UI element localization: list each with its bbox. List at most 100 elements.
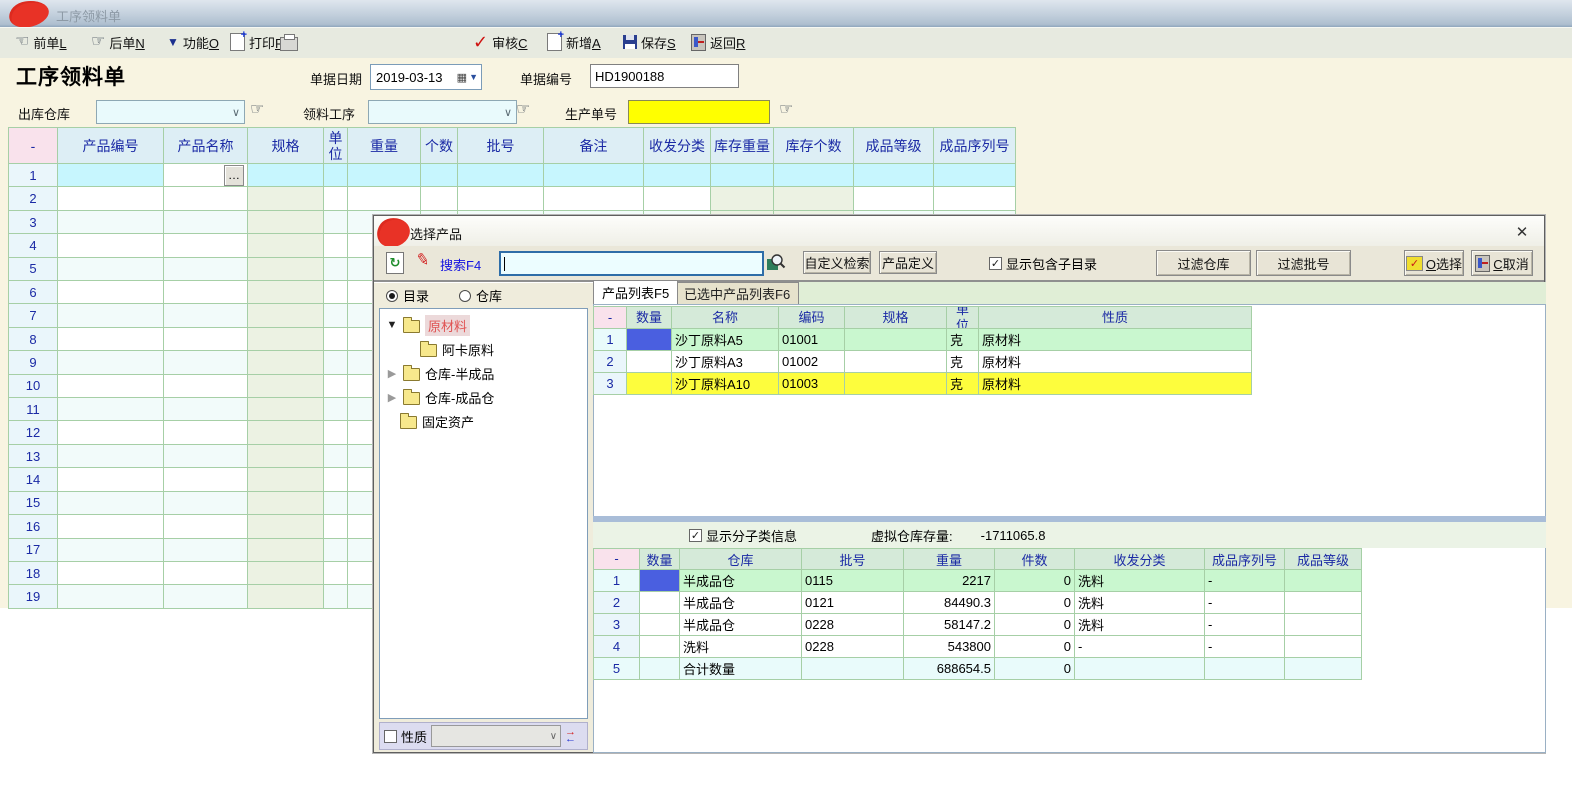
product-row-highlighted[interactable]: 3 沙丁原料A10 01003 克 原材料 xyxy=(594,373,1252,395)
grid-cell[interactable]: … xyxy=(164,164,248,187)
spec-cell[interactable] xyxy=(845,373,947,395)
save-button[interactable]: 保存S xyxy=(620,31,679,53)
name-cell[interactable]: 沙丁原料A3 xyxy=(672,351,779,373)
process-combo[interactable]: ∨ xyxy=(368,100,517,124)
grid-cell[interactable] xyxy=(644,187,711,210)
column-header[interactable]: 规格 xyxy=(248,128,324,164)
grid-cell[interactable] xyxy=(324,539,348,562)
qty-cell-selected[interactable] xyxy=(627,329,672,351)
row-number-cell[interactable]: 4 xyxy=(9,234,58,257)
warehouse-cell[interactable]: 洗料 xyxy=(680,636,802,658)
grid-cell[interactable] xyxy=(324,492,348,515)
column-header[interactable]: 单位 xyxy=(947,307,979,329)
grid-cell[interactable] xyxy=(58,468,164,491)
stock-row[interactable]: 1 半成品仓 0115 2217 0 洗料 - xyxy=(594,570,1362,592)
row-number-cell[interactable]: 18 xyxy=(9,562,58,585)
grid-cell[interactable] xyxy=(58,304,164,327)
grid-cell[interactable] xyxy=(248,562,324,585)
row-number-cell[interactable]: 17 xyxy=(9,539,58,562)
grid-cell[interactable] xyxy=(164,328,248,351)
column-header[interactable]: 仓库 xyxy=(680,549,802,570)
qty-cell[interactable] xyxy=(640,658,680,680)
serial-cell[interactable] xyxy=(1205,658,1285,680)
grid-cell[interactable] xyxy=(324,375,348,398)
product-define-button[interactable]: 产品定义 xyxy=(879,251,937,274)
stock-row[interactable]: 2 半成品仓 0121 84490.3 0 洗料 - xyxy=(594,592,1362,614)
grid-cell[interactable] xyxy=(324,328,348,351)
column-header[interactable]: 库存个数 xyxy=(774,128,854,164)
column-header[interactable]: 批号 xyxy=(802,549,904,570)
grid-cell[interactable] xyxy=(58,328,164,351)
grid-cell[interactable] xyxy=(248,258,324,281)
batch-cell[interactable]: 0228 xyxy=(802,636,904,658)
grade-cell[interactable] xyxy=(1285,614,1362,636)
column-header[interactable]: - xyxy=(9,128,58,164)
chevron-down-icon[interactable]: ▼ xyxy=(386,319,398,331)
grid-cell[interactable] xyxy=(711,164,774,187)
qty-cell-selected[interactable] xyxy=(640,570,680,592)
row-number-cell[interactable]: 3 xyxy=(594,373,627,395)
pieces-cell[interactable]: 0 xyxy=(995,636,1075,658)
stock-row[interactable]: 3 半成品仓 0228 58147.2 0 洗料 - xyxy=(594,614,1362,636)
grid-cell[interactable] xyxy=(248,398,324,421)
grade-cell[interactable] xyxy=(1285,570,1362,592)
column-header[interactable]: 单位 xyxy=(324,128,348,164)
grid-cell[interactable] xyxy=(248,468,324,491)
tree-item-aka-material[interactable]: 阿卡原料 xyxy=(380,337,587,361)
row-number-cell[interactable]: 19 xyxy=(9,585,58,608)
search-input[interactable] xyxy=(499,251,764,276)
return-button[interactable]: 返回R xyxy=(688,31,748,53)
column-header[interactable]: 成品序列号 xyxy=(934,128,1016,164)
row-number-cell[interactable]: 5 xyxy=(594,658,640,680)
batch-cell[interactable]: 0121 xyxy=(802,592,904,614)
nature-cell[interactable]: 原材料 xyxy=(979,373,1252,395)
row-number-cell[interactable]: 6 xyxy=(9,281,58,304)
grid-cell[interactable] xyxy=(58,281,164,304)
grid-cell[interactable] xyxy=(58,234,164,257)
serial-cell[interactable]: - xyxy=(1205,636,1285,658)
column-header[interactable]: 性质 xyxy=(979,307,1252,329)
grid-cell[interactable] xyxy=(58,562,164,585)
grid-cell[interactable] xyxy=(248,281,324,304)
show-subdir-checkbox[interactable]: ✓ 显示包含子目录 xyxy=(989,254,1097,273)
row-number-cell[interactable]: 9 xyxy=(9,351,58,374)
column-header[interactable]: 产品编号 xyxy=(58,128,164,164)
grid-cell[interactable] xyxy=(774,164,854,187)
grid-cell[interactable] xyxy=(58,187,164,210)
grid-cell[interactable] xyxy=(164,234,248,257)
grid-cell[interactable] xyxy=(164,515,248,538)
lookup-ellipsis-button[interactable]: … xyxy=(224,165,244,186)
grid-cell[interactable] xyxy=(324,164,348,187)
category-cell[interactable]: 洗料 xyxy=(1075,592,1205,614)
tab-product-list[interactable]: 产品列表F5 xyxy=(593,280,678,304)
column-header[interactable]: 数量 xyxy=(640,549,680,570)
row-number-cell[interactable]: 12 xyxy=(9,421,58,444)
pieces-cell[interactable]: 0 xyxy=(995,570,1075,592)
grid-cell[interactable] xyxy=(164,398,248,421)
column-header[interactable]: - xyxy=(594,307,627,329)
column-header[interactable]: - xyxy=(594,549,640,570)
functions-button[interactable]: ▼ 功能O xyxy=(164,31,222,53)
grid-cell[interactable] xyxy=(58,421,164,444)
filter-warehouse-button[interactable]: 过滤仓库 xyxy=(1156,250,1251,276)
serial-cell[interactable]: - xyxy=(1205,570,1285,592)
row-number-cell[interactable]: 11 xyxy=(9,398,58,421)
main-table-row[interactable]: 2 xyxy=(9,187,1016,210)
radio-catalog[interactable]: 目录 xyxy=(386,286,429,305)
grid-cell[interactable] xyxy=(348,164,421,187)
stock-row[interactable]: 4 洗料 0228 543800 0 - - xyxy=(594,636,1362,658)
qty-cell[interactable] xyxy=(640,614,680,636)
nature-dropdown[interactable]: ∨ xyxy=(431,725,561,747)
column-header[interactable]: 批号 xyxy=(458,128,544,164)
column-header[interactable]: 成品序列号 xyxy=(1205,549,1285,570)
grid-cell[interactable] xyxy=(164,375,248,398)
grid-cell[interactable] xyxy=(58,375,164,398)
grid-cell[interactable] xyxy=(248,234,324,257)
grid-cell[interactable] xyxy=(248,421,324,444)
spec-cell[interactable] xyxy=(845,351,947,373)
prod-order-lookup-icon[interactable]: ☞ xyxy=(779,102,793,118)
spec-cell[interactable] xyxy=(845,329,947,351)
doc-number-input[interactable]: HD1900188 xyxy=(590,64,739,88)
tree-item-raw-material[interactable]: ▼ 原材料 xyxy=(380,313,587,337)
product-row[interactable]: 2 沙丁原料A3 01002 克 原材料 xyxy=(594,351,1252,373)
